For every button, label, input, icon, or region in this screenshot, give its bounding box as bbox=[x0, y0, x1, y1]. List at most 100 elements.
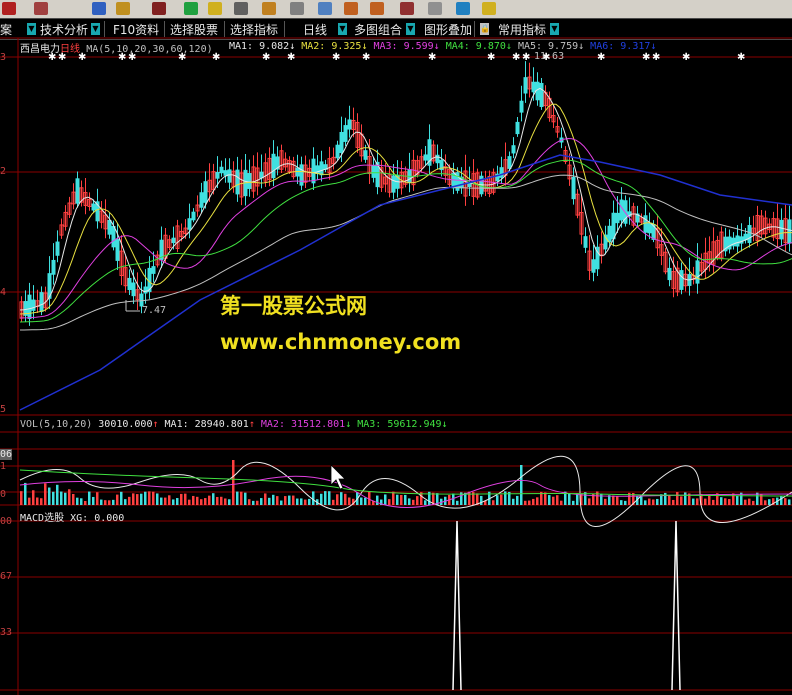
candle-body bbox=[199, 192, 204, 208]
volume-bar bbox=[404, 494, 407, 505]
volume-bar bbox=[172, 499, 175, 505]
volume-bar bbox=[332, 499, 335, 505]
volume-bar bbox=[192, 495, 195, 505]
watermark-title: 第一股票公式网 bbox=[220, 294, 367, 318]
volume-bar bbox=[92, 496, 95, 505]
volume-bar bbox=[524, 500, 527, 505]
volume-bar bbox=[416, 496, 419, 505]
candle-body bbox=[583, 236, 588, 248]
candle-body bbox=[611, 212, 616, 240]
candle-body bbox=[779, 219, 784, 240]
price-y-label: 5 bbox=[0, 404, 7, 415]
candle-body bbox=[371, 165, 376, 178]
price-y-label: 3 bbox=[0, 52, 7, 63]
signal-mark: ✱ bbox=[522, 52, 530, 63]
volume-bar bbox=[28, 497, 31, 505]
volume-bar bbox=[168, 495, 171, 505]
volume-bar bbox=[520, 465, 523, 505]
volume-bar bbox=[132, 493, 135, 505]
volume-bar bbox=[672, 499, 675, 505]
volume-bar bbox=[728, 499, 731, 505]
volume-bar bbox=[712, 499, 715, 505]
vol-value: 30010.000 bbox=[98, 419, 153, 430]
volume-bar bbox=[676, 492, 679, 505]
volume-bar bbox=[32, 490, 35, 505]
candle-body bbox=[363, 150, 368, 160]
volume-bar bbox=[344, 493, 347, 505]
macd-xg: XG: 0.000 bbox=[70, 513, 125, 524]
candle-body bbox=[247, 173, 252, 189]
candle-body bbox=[747, 225, 752, 243]
candle-body bbox=[339, 131, 344, 154]
volume-bar bbox=[412, 499, 415, 505]
volume-bar bbox=[196, 496, 199, 505]
vol-y-label: 1 bbox=[0, 461, 7, 472]
watermark-url: www.chnmoney.com bbox=[220, 330, 462, 354]
volume-bar bbox=[532, 498, 535, 505]
volume-bar bbox=[736, 495, 739, 505]
volume-bar bbox=[320, 493, 323, 505]
high-price-marker: 11.63 bbox=[534, 51, 565, 62]
volume-bar bbox=[680, 496, 683, 505]
candle-body bbox=[787, 219, 792, 244]
signal-mark: ✱ bbox=[178, 52, 186, 63]
candle-body bbox=[203, 181, 208, 203]
volume-bar bbox=[244, 492, 247, 505]
volume-bar bbox=[652, 499, 655, 505]
volume-bar bbox=[136, 494, 139, 505]
candle-body bbox=[191, 211, 196, 221]
volume-bar bbox=[96, 492, 99, 505]
signal-mark: ✱ bbox=[78, 52, 86, 63]
candle-body bbox=[115, 239, 120, 261]
candle-body bbox=[615, 212, 620, 224]
volume-bar bbox=[36, 497, 39, 505]
volume-bar bbox=[568, 493, 571, 505]
volume-bar bbox=[188, 499, 191, 505]
volume-bar bbox=[548, 495, 551, 505]
volume-bar bbox=[304, 499, 307, 505]
volume-bar bbox=[400, 494, 403, 505]
volume-bar bbox=[604, 498, 607, 505]
volume-bar bbox=[56, 484, 59, 505]
candle-body bbox=[151, 266, 156, 274]
volume-bar bbox=[220, 496, 223, 505]
candle-body bbox=[107, 220, 112, 235]
signal-mark: ✱ bbox=[332, 52, 340, 63]
vol-y-label: 06 bbox=[0, 449, 13, 460]
volume-bar bbox=[708, 494, 711, 505]
volume-bar bbox=[324, 491, 327, 505]
candle-body bbox=[259, 171, 264, 179]
volume-bar bbox=[552, 496, 555, 505]
volume-bar bbox=[232, 460, 235, 505]
candle-body bbox=[31, 299, 36, 311]
macd-y-label: 00 bbox=[0, 516, 13, 527]
volume-bar bbox=[720, 497, 723, 505]
volume-bar bbox=[788, 499, 791, 505]
macd-spike bbox=[452, 520, 462, 691]
volume-bar bbox=[732, 493, 735, 505]
volume-bar bbox=[300, 498, 303, 505]
volume-bar bbox=[112, 499, 115, 505]
candle-body bbox=[227, 169, 232, 183]
volume-bar bbox=[64, 492, 67, 505]
volume-bar bbox=[128, 496, 131, 505]
volume-bar bbox=[280, 500, 283, 505]
candle-body bbox=[131, 282, 136, 297]
signal-mark: ✱ bbox=[287, 52, 295, 63]
volume-bar bbox=[120, 491, 123, 505]
candle-body bbox=[39, 292, 44, 312]
candle-body bbox=[591, 259, 596, 273]
volume-bar bbox=[164, 497, 167, 505]
volume-bar bbox=[556, 495, 559, 505]
signal-mark: ✱ bbox=[737, 52, 745, 63]
volume-bar bbox=[48, 487, 51, 505]
volume-bar bbox=[408, 498, 411, 505]
volume-bar bbox=[216, 496, 219, 505]
volume-bar bbox=[212, 493, 215, 505]
candle-body bbox=[55, 241, 60, 256]
volume-bar bbox=[208, 495, 211, 505]
candle-body bbox=[679, 270, 684, 290]
volume-bar bbox=[224, 498, 227, 505]
volume-bar bbox=[124, 499, 127, 505]
macd-spike bbox=[671, 520, 681, 691]
